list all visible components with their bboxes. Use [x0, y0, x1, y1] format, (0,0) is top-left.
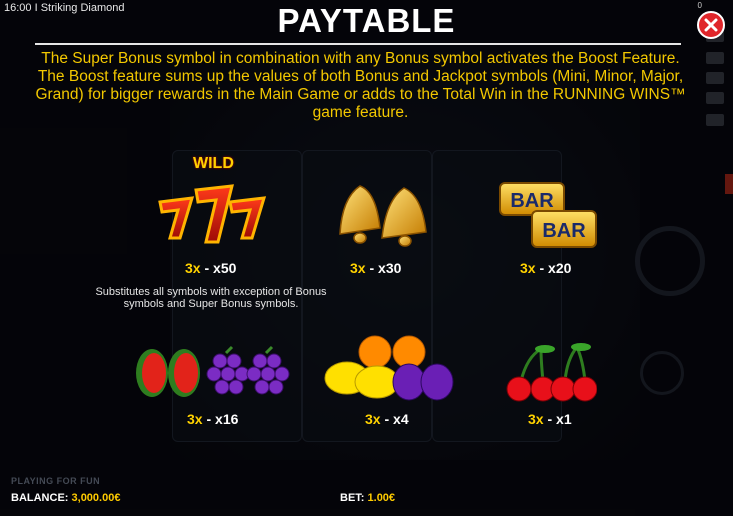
page-title: PAYTABLE	[277, 2, 456, 39]
title-divider	[35, 43, 681, 45]
payout-lemon-orange-plum: 3x - x4	[365, 411, 409, 427]
close-icon	[704, 18, 718, 32]
wild-label: WILD	[193, 155, 234, 172]
play-mode-label: PLAYING FOR FUN	[11, 476, 101, 486]
payout-cherry: 3x - x1	[528, 411, 572, 427]
seven-icon	[158, 176, 268, 257]
cherry-icon	[505, 343, 598, 408]
payout-bell: 3x - x30	[350, 260, 402, 276]
paytable-description: The Super Bonus symbol in combination wi…	[35, 50, 686, 121]
lemon-orange-plum-icon	[323, 330, 463, 409]
svg-text:BAR: BAR	[542, 220, 586, 242]
close-button[interactable]	[697, 11, 725, 39]
bell-icon	[332, 178, 432, 253]
svg-text:BAR: BAR	[510, 190, 554, 212]
payout-watermelon-grapes: 3x - x16	[187, 411, 239, 427]
bar-icon: BAR BAR	[498, 181, 600, 256]
balance-display: BALANCE: 3,000.00€	[11, 492, 121, 504]
payout-bar: 3x - x20	[520, 260, 572, 276]
watermelon-grapes-icon	[134, 345, 294, 406]
wild-description: Substitutes all symbols with exception o…	[95, 286, 327, 310]
bet-display: BET: 1.00€	[340, 492, 396, 504]
payout-seven: 3x - x50	[185, 260, 237, 276]
